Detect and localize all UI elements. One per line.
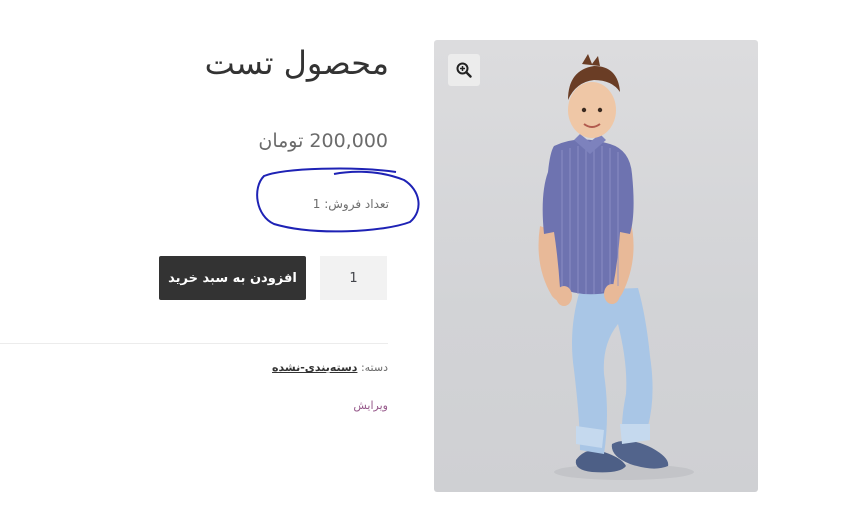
zoom-in-icon (456, 62, 472, 78)
sales-count: تعداد فروش: 1 (312, 197, 389, 211)
product-price: 200,000 تومان (258, 130, 388, 152)
add-to-cart-button[interactable]: افزودن به سبد خرید (159, 256, 306, 300)
product-meta-category: دسته: دسته‌بندی-نشده (272, 361, 388, 374)
category-label: دسته: (360, 361, 388, 374)
product-title: محصول تست (204, 44, 389, 82)
quantity-input[interactable] (320, 256, 387, 300)
product-image[interactable] (434, 40, 758, 492)
divider (0, 343, 388, 344)
zoom-button[interactable] (448, 54, 480, 86)
product-photo (538, 54, 694, 480)
edit-link[interactable]: ویرایش (353, 399, 388, 412)
category-link[interactable]: دسته‌بندی-نشده (272, 361, 357, 374)
